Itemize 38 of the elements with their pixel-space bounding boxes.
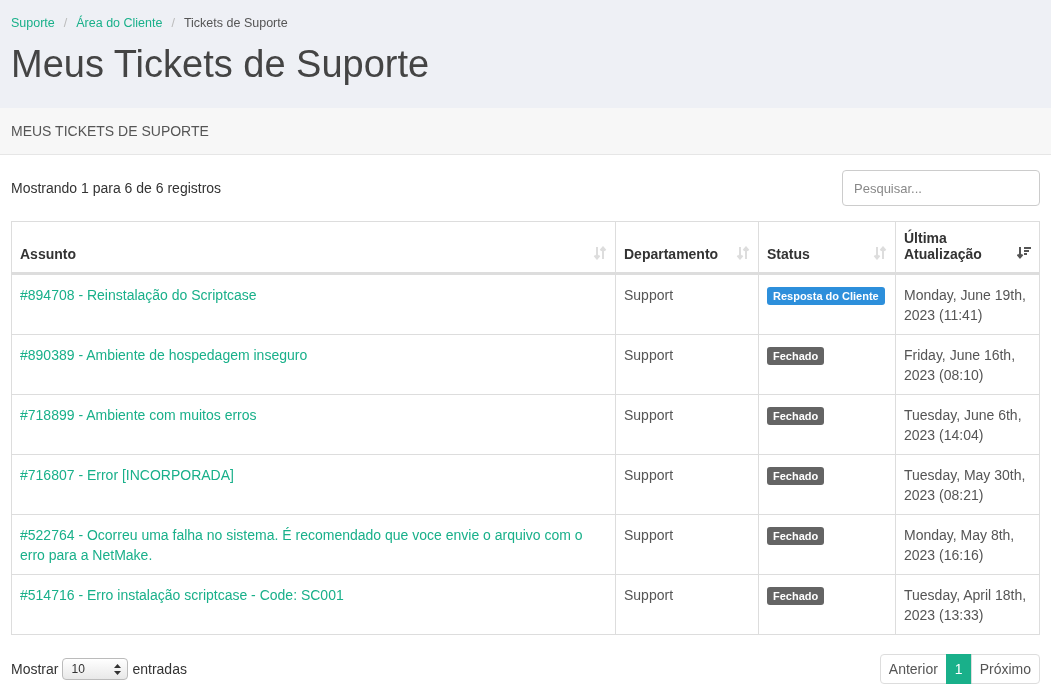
- column-header[interactable]: Departamento: [615, 221, 759, 274]
- entries-label: entradas: [132, 661, 187, 677]
- panel-title: MEUS TICKETS DE SUPORTE: [11, 123, 209, 139]
- records-info: Mostrando 1 para 6 de 6 registros: [11, 180, 222, 196]
- table-cell: Support: [624, 347, 674, 363]
- table-cell: Support: [624, 407, 674, 423]
- next-page-button[interactable]: Próximo: [970, 654, 1040, 684]
- previous-page-button[interactable]: Anterior: [879, 654, 947, 684]
- table-cell: Support: [624, 587, 674, 603]
- dropdown-arrows-icon: [114, 663, 122, 675]
- table-cell: Monday, May 8th, 2023 (16:16): [904, 527, 1015, 563]
- table-cell: Support: [624, 467, 674, 483]
- table-cell: Tuesday, May 30th, 2023 (08:21): [904, 467, 1026, 503]
- table-cell: Tuesday, June 6th, 2023 (14:04): [904, 407, 1022, 443]
- status-badge: Fechado: [767, 587, 825, 605]
- breadcrumb-current: Tickets de Suporte: [183, 16, 288, 30]
- table-cell: Support: [624, 527, 674, 543]
- column-header[interactable]: Assunto: [11, 221, 616, 274]
- table-cell: Monday, June 19th, 2023 (11:41): [904, 287, 1026, 323]
- table-cell: Friday, June 16th, 2023 (08:10): [904, 347, 1016, 383]
- breadcrumb-separator: /: [171, 16, 175, 30]
- column-header[interactable]: Última Atualização: [895, 221, 1040, 274]
- breadcrumb-separator: /: [63, 16, 68, 30]
- page-button[interactable]: 1: [945, 654, 972, 684]
- search-field[interactable]: Pesquisar...: [842, 170, 1040, 206]
- status-badge: Fechado: [767, 527, 825, 545]
- status-badge: Fechado: [767, 407, 825, 425]
- table-cell: Support: [624, 287, 674, 303]
- column-header[interactable]: Status: [758, 221, 896, 274]
- status-badge: Resposta do Cliente: [767, 287, 885, 305]
- breadcrumb-link[interactable]: Área do Cliente: [76, 16, 163, 30]
- breadcrumb-link[interactable]: Suporte: [11, 16, 55, 30]
- status-badge: Fechado: [767, 467, 825, 485]
- entries-select[interactable]: 10: [62, 658, 129, 680]
- status-badge: Fechado: [767, 347, 825, 365]
- table-cell: Tuesday, April 18th, 2023 (13:33): [904, 587, 1027, 623]
- show-label: Mostrar: [11, 661, 59, 677]
- page-title: Meus Tickets de Suporte: [11, 42, 431, 87]
